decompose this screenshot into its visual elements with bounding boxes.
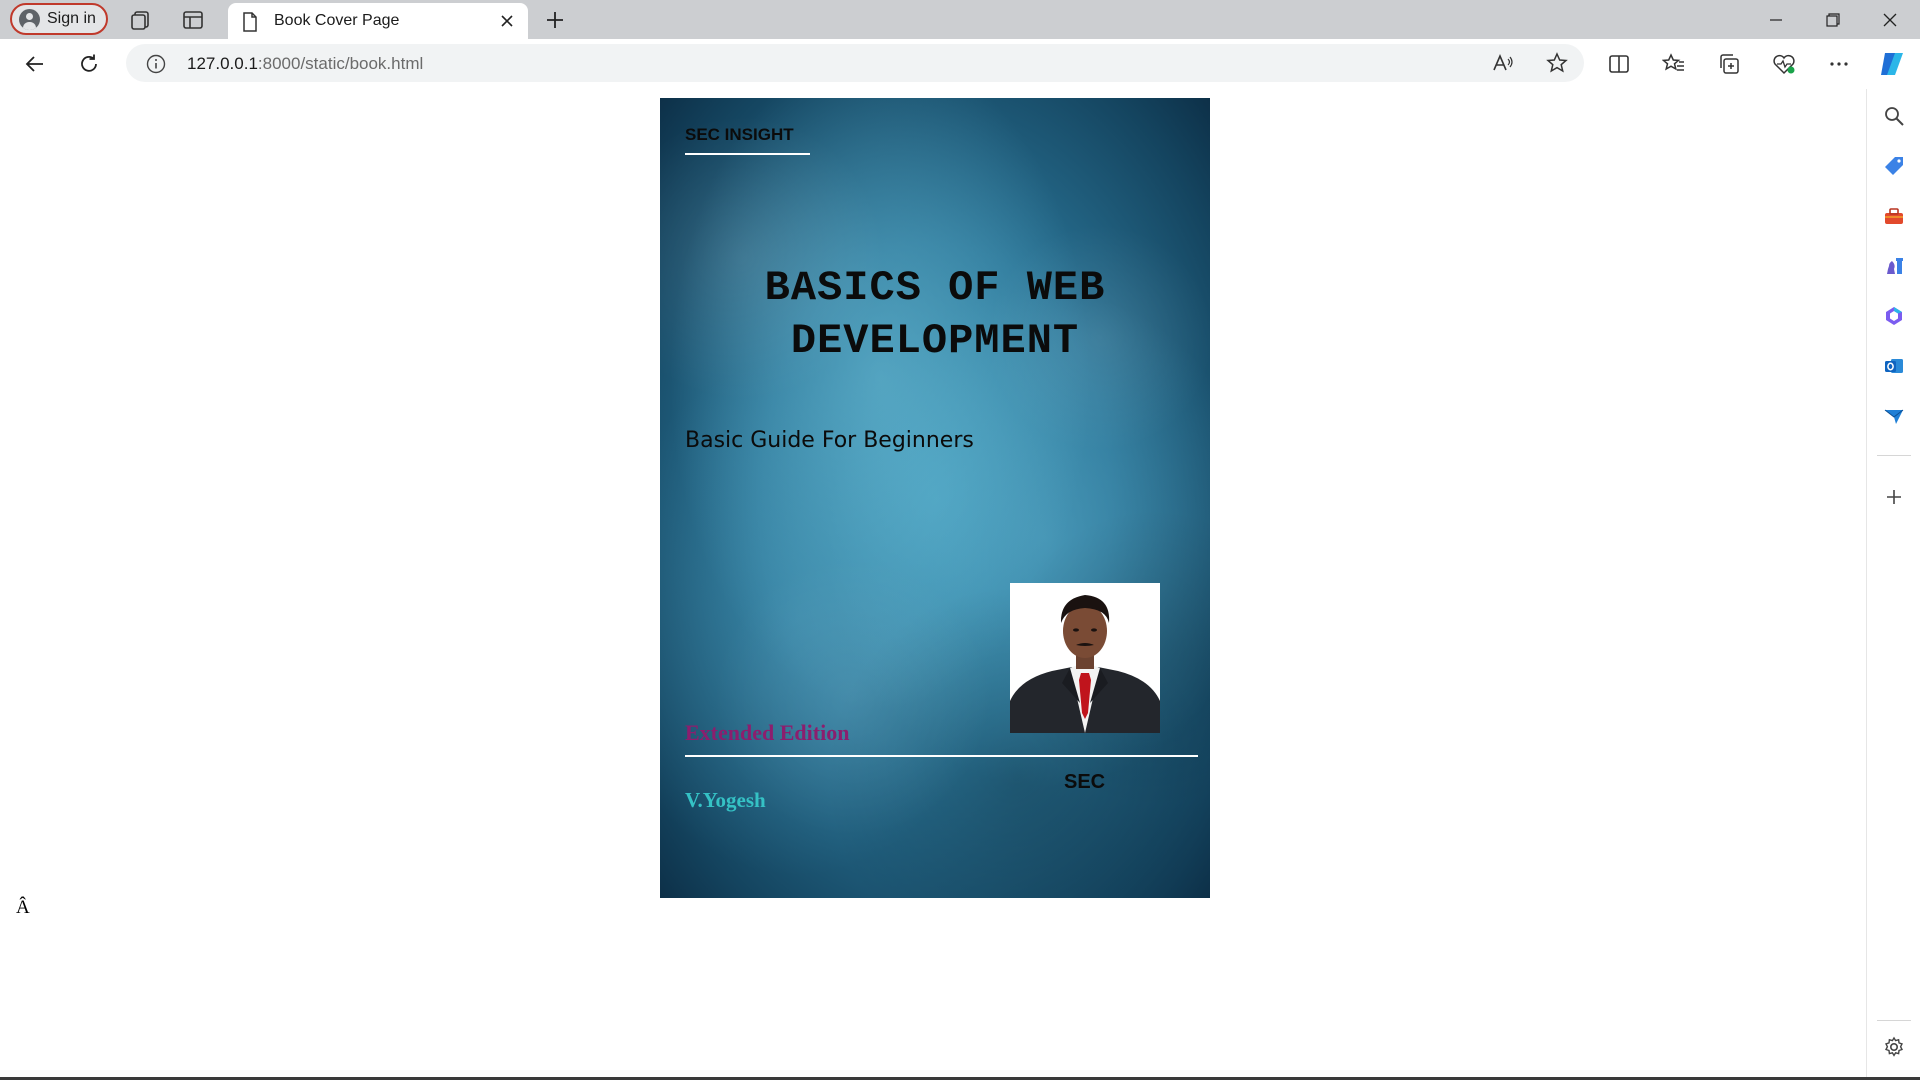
title-bar: Sign in Book Cover Page bbox=[0, 0, 1920, 39]
read-aloud-icon[interactable] bbox=[1492, 53, 1514, 78]
book-subtitle: Basic Guide For Beginners bbox=[685, 428, 974, 453]
book-title-line-1: BASICS OF WEB bbox=[764, 264, 1106, 312]
restore-icon[interactable] bbox=[1810, 5, 1856, 35]
workspaces-icon[interactable] bbox=[128, 7, 154, 33]
page-icon bbox=[242, 12, 258, 37]
sidebar-divider bbox=[1877, 455, 1911, 456]
site-info-icon[interactable] bbox=[146, 54, 166, 79]
split-screen-icon[interactable] bbox=[1602, 47, 1636, 81]
tag-icon[interactable] bbox=[1880, 152, 1908, 180]
outlook-icon[interactable] bbox=[1880, 352, 1908, 380]
toolbar: 127.0.0.1:8000/static/book.html bbox=[0, 39, 1920, 89]
imprint-label: SEC bbox=[1064, 771, 1106, 793]
edge-sidebar bbox=[1866, 89, 1920, 1080]
chess-icon[interactable] bbox=[1880, 252, 1908, 280]
tab-actions-icon[interactable] bbox=[180, 7, 206, 33]
close-tab-icon[interactable] bbox=[496, 10, 518, 32]
author-name: V.Yogesh bbox=[685, 788, 766, 812]
sidebar-divider-bottom bbox=[1877, 1020, 1911, 1021]
favorites-icon[interactable] bbox=[1657, 47, 1691, 81]
book-cover: SEC INSIGHT BASICS OF WEB DEVELOPMENT Ba… bbox=[660, 98, 1210, 898]
refresh-icon[interactable] bbox=[72, 47, 106, 81]
search-icon[interactable] bbox=[1880, 102, 1908, 130]
collections-icon[interactable] bbox=[1712, 47, 1746, 81]
profile-icon bbox=[19, 8, 40, 30]
browser-essentials-icon[interactable] bbox=[1767, 47, 1801, 81]
address-bar[interactable]: 127.0.0.1:8000/static/book.html bbox=[126, 44, 1584, 82]
sign-in-label: Sign in bbox=[47, 10, 96, 27]
minimize-icon[interactable] bbox=[1753, 5, 1799, 35]
settings-icon[interactable] bbox=[1880, 1033, 1908, 1061]
toolbox-icon[interactable] bbox=[1880, 202, 1908, 230]
copilot-icon[interactable] bbox=[1875, 47, 1909, 81]
close-window-icon[interactable] bbox=[1867, 5, 1913, 35]
favorite-star-icon[interactable] bbox=[1546, 52, 1568, 79]
send-icon[interactable] bbox=[1880, 402, 1908, 430]
cover-divider bbox=[685, 755, 1198, 757]
back-icon[interactable] bbox=[18, 47, 52, 81]
add-icon[interactable] bbox=[1880, 483, 1908, 511]
tab-title: Book Cover Page bbox=[274, 12, 400, 29]
sign-in-button[interactable]: Sign in bbox=[10, 3, 108, 35]
microsoft-365-icon[interactable] bbox=[1880, 302, 1908, 330]
page-viewport: SEC INSIGHT BASICS OF WEB DEVELOPMENT Ba… bbox=[4, 89, 1864, 1077]
url-text[interactable]: 127.0.0.1:8000/static/book.html bbox=[187, 54, 423, 74]
url-host: 127.0.0.1 bbox=[187, 54, 258, 73]
edition-label: Extended Edition bbox=[685, 720, 850, 745]
tab-book-cover[interactable]: Book Cover Page bbox=[228, 3, 528, 39]
author-photo bbox=[1010, 583, 1160, 733]
more-options-icon[interactable] bbox=[1822, 47, 1856, 81]
url-path: :8000/static/book.html bbox=[257, 54, 424, 73]
publisher-label: SEC INSIGHT bbox=[685, 125, 810, 155]
stray-character: Â bbox=[16, 897, 30, 918]
new-tab-icon[interactable] bbox=[542, 7, 568, 33]
book-title: BASICS OF WEB DEVELOPMENT bbox=[685, 262, 1185, 368]
book-title-line-2: DEVELOPMENT bbox=[790, 317, 1080, 365]
cover-texture bbox=[660, 98, 1210, 898]
